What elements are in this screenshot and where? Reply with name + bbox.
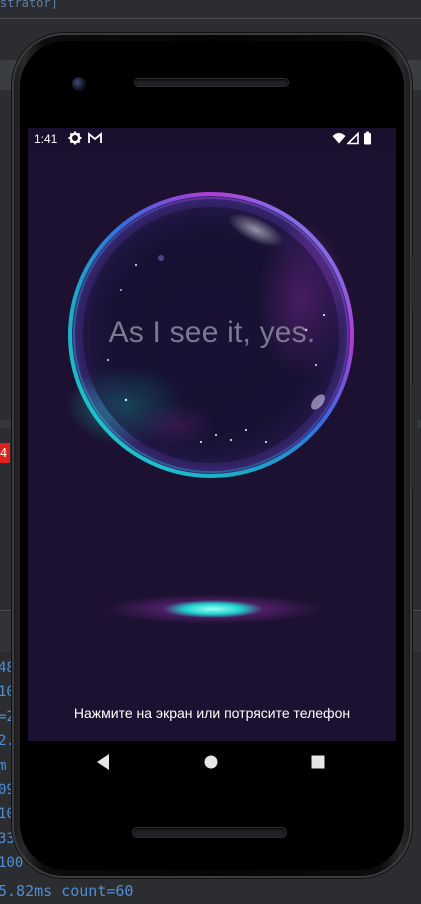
back-icon[interactable]	[96, 753, 110, 771]
error-marker: 4	[0, 443, 10, 463]
status-bar: 1:41	[28, 128, 396, 150]
orb-pedestal-glow	[103, 594, 323, 624]
volume-button[interactable]	[411, 255, 417, 310]
ide-title-text: strator]	[0, 0, 58, 10]
console-footer-line: 5.82ms count=60	[0, 882, 134, 900]
status-time: 1:41	[34, 132, 58, 146]
home-icon[interactable]	[204, 755, 218, 769]
wifi-icon	[332, 133, 346, 144]
answer-text: As I see it, yes.	[108, 316, 316, 349]
bottom-speaker	[133, 828, 286, 837]
power-button[interactable]	[411, 385, 417, 490]
battery-icon	[364, 131, 371, 145]
recents-icon[interactable]	[311, 755, 325, 769]
navigation-bar	[28, 741, 396, 785]
signal-icon	[347, 131, 359, 145]
earpiece-speaker	[135, 79, 288, 86]
gear-icon	[68, 131, 82, 145]
app-screen[interactable]: 1:41 As I see it, yes. Нажмите на экран …	[28, 128, 396, 741]
hint-text: Нажмите на экран или потрясите телефон	[73, 705, 351, 721]
gmail-icon	[88, 132, 102, 143]
divider	[0, 18, 421, 19]
front-camera	[72, 77, 86, 91]
